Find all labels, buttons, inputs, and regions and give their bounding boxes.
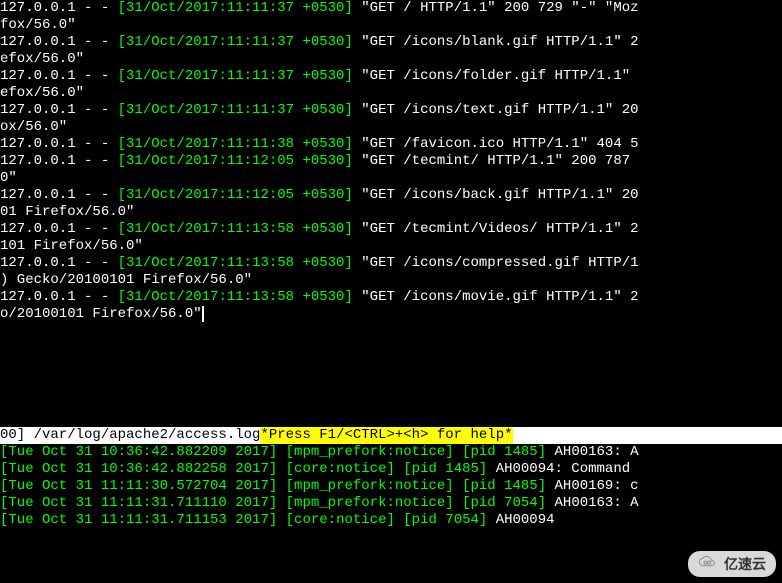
- log-module: [mpm_prefork:notice]: [286, 478, 454, 494]
- log-module: [mpm_prefork:notice]: [286, 444, 454, 460]
- log-elog-timestamp: [Tue Oct 31 11:11:31.711153 2017]: [0, 512, 277, 528]
- log-timestamp: [31/Oct/2017:11:11:38 +0530]: [118, 136, 353, 152]
- access-log-wrap: efox/56.0": [0, 51, 782, 68]
- error-log-line: [Tue Oct 31 10:36:42.882209 2017] [mpm_p…: [0, 444, 782, 461]
- access-log-wrap: o/20100101 Firefox/56.0": [0, 306, 782, 323]
- error-log-pane[interactable]: [Tue Oct 31 10:36:42.882209 2017] [mpm_p…: [0, 444, 782, 529]
- access-log-line: 127.0.0.1 - - [31/Oct/2017:11:11:37 +053…: [0, 0, 782, 17]
- log-request: "GET /tecmint/Videos/ HTTP/1.1" 2: [353, 221, 639, 237]
- log-module: [core:notice]: [286, 461, 395, 477]
- log-elog-timestamp: [Tue Oct 31 11:11:31.711110 2017]: [0, 495, 277, 511]
- log-elog-timestamp: [Tue Oct 31 10:36:42.882258 2017]: [0, 461, 277, 477]
- access-log-line: 127.0.0.1 - - [31/Oct/2017:11:13:58 +053…: [0, 255, 782, 272]
- log-module: [mpm_prefork:notice]: [286, 495, 454, 511]
- log-ip: 127.0.0.1 - -: [0, 289, 118, 305]
- log-timestamp: [31/Oct/2017:11:11:37 +0530]: [118, 102, 353, 118]
- log-timestamp: [31/Oct/2017:11:13:58 +0530]: [118, 255, 353, 271]
- watermark-text: 亿速云: [724, 556, 766, 573]
- log-ip: 127.0.0.1 - -: [0, 255, 118, 271]
- watermark-cloud-icon: [698, 555, 718, 573]
- error-log-line: [Tue Oct 31 10:36:42.882258 2017] [core:…: [0, 461, 782, 478]
- watermark-badge: 亿速云: [688, 551, 776, 577]
- log-request: "GET /tecmint/ HTTP/1.1" 200 787: [353, 153, 630, 169]
- access-log-wrap: 01 Firefox/56.0": [0, 204, 782, 221]
- log-timestamp: [31/Oct/2017:11:13:58 +0530]: [118, 289, 353, 305]
- log-pid: [pid 7054]: [462, 495, 546, 511]
- status-help-hint: *Press F1/<CTRL>+<h> for help*: [260, 427, 512, 444]
- access-log-wrap: 101 Firefox/56.0": [0, 238, 782, 255]
- log-request: "GET /icons/text.gif HTTP/1.1" 20: [353, 102, 639, 118]
- access-log-line: 127.0.0.1 - - [31/Oct/2017:11:12:05 +053…: [0, 187, 782, 204]
- error-log-line: [Tue Oct 31 11:11:30.572704 2017] [mpm_p…: [0, 478, 782, 495]
- log-message: AH00094: [487, 512, 554, 528]
- access-log-line: 127.0.0.1 - - [31/Oct/2017:11:12:05 +053…: [0, 153, 782, 170]
- log-pid: [pid 1485]: [403, 461, 487, 477]
- log-pid: [pid 1485]: [462, 478, 546, 494]
- log-request: "GET /icons/folder.gif HTTP/1.1": [353, 68, 630, 84]
- log-request: "GET /icons/compressed.gif HTTP/1: [353, 255, 639, 271]
- access-log-wrap: efox/56.0": [0, 85, 782, 102]
- log-ip: 127.0.0.1 - -: [0, 136, 118, 152]
- log-message: AH00163: A: [546, 495, 638, 511]
- error-log-line: [Tue Oct 31 11:11:31.711153 2017] [core:…: [0, 512, 782, 529]
- log-request: "GET /icons/back.gif HTTP/1.1" 20: [353, 187, 639, 203]
- access-log-wrap: ) Gecko/20100101 Firefox/56.0": [0, 272, 782, 289]
- access-log-wrap: ox/56.0": [0, 119, 782, 136]
- access-log-line: 127.0.0.1 - - [31/Oct/2017:11:11:38 +053…: [0, 136, 782, 153]
- log-wrap-text: ) Gecko/20100101 Firefox/56.0": [0, 272, 252, 288]
- log-request: "GET /icons/blank.gif HTTP/1.1" 2: [353, 34, 639, 50]
- log-ip: 127.0.0.1 - -: [0, 221, 118, 237]
- log-timestamp: [31/Oct/2017:11:11:37 +0530]: [118, 0, 353, 16]
- log-request: "GET /favicon.ico HTTP/1.1" 404 5: [353, 136, 639, 152]
- status-bar: 00] /var/log/apache2/access.log *Press F…: [0, 427, 782, 444]
- error-log-line: [Tue Oct 31 11:11:31.711110 2017] [mpm_p…: [0, 495, 782, 512]
- log-timestamp: [31/Oct/2017:11:12:05 +0530]: [118, 187, 353, 203]
- access-log-line: 127.0.0.1 - - [31/Oct/2017:11:13:58 +053…: [0, 221, 782, 238]
- log-message: AH00163: A: [546, 444, 638, 460]
- log-elog-timestamp: [Tue Oct 31 10:36:42.882209 2017]: [0, 444, 277, 460]
- log-ip: 127.0.0.1 - -: [0, 68, 118, 84]
- log-wrap-text: fox/56.0": [0, 17, 76, 33]
- log-message: AH00169: c: [546, 478, 638, 494]
- access-log-line: 127.0.0.1 - - [31/Oct/2017:11:11:37 +053…: [0, 68, 782, 85]
- log-elog-timestamp: [Tue Oct 31 11:11:30.572704 2017]: [0, 478, 277, 494]
- status-file-path: 00] /var/log/apache2/access.log: [0, 427, 260, 444]
- log-ip: 127.0.0.1 - -: [0, 102, 118, 118]
- log-timestamp: [31/Oct/2017:11:11:37 +0530]: [118, 68, 353, 84]
- access-log-wrap: 0": [0, 170, 782, 187]
- log-wrap-text: 01 Firefox/56.0": [0, 204, 134, 220]
- log-wrap-text: efox/56.0": [0, 51, 84, 67]
- text-cursor: [202, 306, 204, 322]
- terminal-window[interactable]: 127.0.0.1 - - [31/Oct/2017:11:11:37 +053…: [0, 0, 782, 583]
- log-wrap-text: efox/56.0": [0, 85, 84, 101]
- log-timestamp: [31/Oct/2017:11:12:05 +0530]: [118, 153, 353, 169]
- access-log-line: 127.0.0.1 - - [31/Oct/2017:11:11:37 +053…: [0, 102, 782, 119]
- log-wrap-text: 101 Firefox/56.0": [0, 238, 143, 254]
- log-timestamp: [31/Oct/2017:11:11:37 +0530]: [118, 34, 353, 50]
- access-log-wrap: fox/56.0": [0, 17, 782, 34]
- log-wrap-text: 0": [0, 170, 17, 186]
- status-filler: [513, 427, 782, 444]
- log-request: "GET / HTTP/1.1" 200 729 "-" "Moz: [353, 0, 639, 16]
- log-wrap-text: o/20100101 Firefox/56.0": [0, 306, 202, 322]
- log-ip: 127.0.0.1 - -: [0, 0, 118, 16]
- log-wrap-text: ox/56.0": [0, 119, 67, 135]
- log-ip: 127.0.0.1 - -: [0, 153, 118, 169]
- log-pid: [pid 1485]: [462, 444, 546, 460]
- log-message: AH00094: Command: [487, 461, 630, 477]
- log-ip: 127.0.0.1 - -: [0, 34, 118, 50]
- log-timestamp: [31/Oct/2017:11:13:58 +0530]: [118, 221, 353, 237]
- access-log-line: 127.0.0.1 - - [31/Oct/2017:11:11:37 +053…: [0, 34, 782, 51]
- access-log-pane[interactable]: 127.0.0.1 - - [31/Oct/2017:11:11:37 +053…: [0, 0, 782, 323]
- access-log-line: 127.0.0.1 - - [31/Oct/2017:11:13:58 +053…: [0, 289, 782, 306]
- log-module: [core:notice]: [286, 512, 395, 528]
- log-pid: [pid 7054]: [403, 512, 487, 528]
- log-ip: 127.0.0.1 - -: [0, 187, 118, 203]
- log-request: "GET /icons/movie.gif HTTP/1.1" 2: [353, 289, 639, 305]
